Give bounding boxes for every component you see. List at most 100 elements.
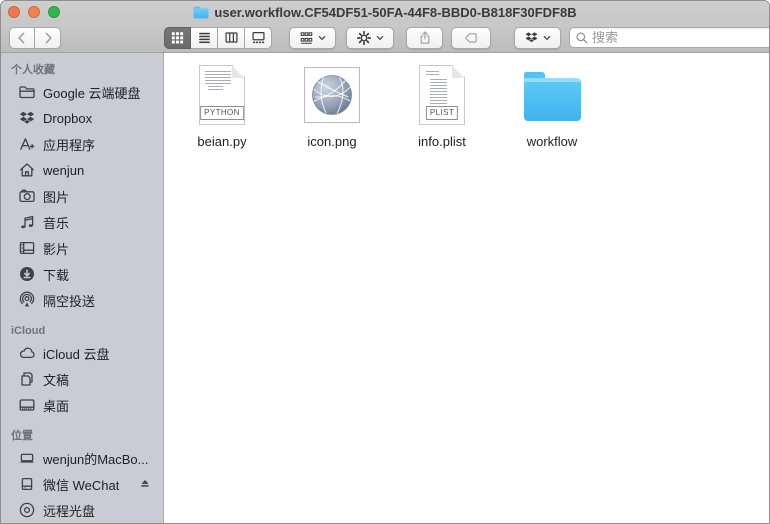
dropbox-icon xyxy=(525,32,538,43)
documents-icon xyxy=(18,370,36,388)
file-info-plist[interactable]: PLIST info.plist xyxy=(387,63,497,149)
sidebar-item-applications[interactable]: 应用程序 xyxy=(1,131,163,157)
window-title: user.workflow.CF54DF51-50FA-44F8-BBD0-B8… xyxy=(214,4,577,20)
finder-window: user.workflow.CF54DF51-50FA-44F8-BBD0-B8… xyxy=(0,0,770,524)
gallery-view-button[interactable] xyxy=(245,26,272,49)
airdrop-icon xyxy=(18,291,36,309)
sidebar-item-label: 桌面 xyxy=(43,398,70,414)
minimize-button[interactable] xyxy=(28,6,40,18)
close-button[interactable] xyxy=(8,6,20,18)
sidebar-section-locations: 位置 xyxy=(11,430,33,442)
sidebar-item-dropbox[interactable]: Dropbox xyxy=(1,105,163,131)
sidebar: 个人收藏 Google 云端硬盘 Dropbox 应用程序 wenjun 图片 … xyxy=(1,53,164,523)
group-by-icon xyxy=(300,32,313,44)
sidebar-item-music[interactable]: 音乐 xyxy=(1,209,163,235)
chevron-down-icon xyxy=(376,35,384,40)
view-mode-segmented-control xyxy=(164,26,272,49)
chevron-left-icon xyxy=(18,32,25,43)
sidebar-item-label: iCloud 云盘 xyxy=(43,346,110,362)
icon-view-button[interactable] xyxy=(164,26,191,49)
sidebar-item-label: Google 云端硬盘 xyxy=(43,85,141,101)
file-type-badge: PYTHON xyxy=(200,106,244,120)
image-thumbnail xyxy=(304,63,360,127)
network-globe-icon xyxy=(312,75,352,115)
optical-disc-icon xyxy=(18,501,36,519)
column-view-button[interactable] xyxy=(218,26,245,49)
back-button[interactable] xyxy=(9,26,35,49)
file-name: beian.py xyxy=(197,134,247,149)
film-icon xyxy=(18,239,36,257)
sidebar-item-wechat-disk[interactable]: 微信 WeChat xyxy=(1,471,163,497)
chevron-down-icon xyxy=(318,35,326,40)
page-fold xyxy=(232,66,244,78)
toolbar xyxy=(1,23,769,53)
blue-folder-icon xyxy=(523,63,581,127)
sidebar-item-macbook[interactable]: wenjun的MacBo... xyxy=(1,445,163,471)
file-name: workflow xyxy=(526,134,578,149)
sidebar-item-pictures[interactable]: 图片 xyxy=(1,183,163,209)
sidebar-item-label: wenjun的MacBo... xyxy=(43,451,149,467)
tag-button[interactable] xyxy=(451,26,491,49)
laptop-icon xyxy=(18,449,36,467)
tag-icon xyxy=(465,32,477,43)
eject-icon[interactable] xyxy=(138,477,152,491)
folder-icon xyxy=(193,6,209,18)
sidebar-item-label: 应用程序 xyxy=(43,137,96,153)
sidebar-section-icloud: iCloud xyxy=(11,325,46,337)
sidebar-item-label: 微信 WeChat xyxy=(43,477,120,493)
desktop-icon xyxy=(18,396,36,414)
sidebar-item-label: 音乐 xyxy=(43,215,70,231)
search-field[interactable] xyxy=(569,27,769,48)
sidebar-item-airdrop[interactable]: 隔空投送 xyxy=(1,287,163,313)
download-circle-icon xyxy=(18,265,36,283)
grid-view-icon xyxy=(171,32,184,44)
file-icon-png[interactable]: icon.png xyxy=(277,63,387,149)
sidebar-item-downloads[interactable]: 下载 xyxy=(1,261,163,287)
sidebar-item-label: wenjun xyxy=(43,162,85,178)
folder-icon xyxy=(18,83,36,101)
sidebar-item-google-drive[interactable]: Google 云端硬盘 xyxy=(1,79,163,105)
forward-button[interactable] xyxy=(35,26,61,49)
gallery-view-icon xyxy=(251,32,265,44)
dropbox-icon xyxy=(18,109,36,127)
list-view-icon xyxy=(198,32,210,44)
magnifier-icon xyxy=(576,31,588,43)
dropbox-dropdown[interactable] xyxy=(514,26,561,49)
file-workflow-folder[interactable]: workflow xyxy=(497,63,607,149)
sidebar-item-movies[interactable]: 影片 xyxy=(1,235,163,261)
sidebar-section-favorites: 个人收藏 xyxy=(11,64,55,76)
share-icon xyxy=(420,30,429,44)
file-name: icon.png xyxy=(307,134,357,149)
list-view-button[interactable] xyxy=(191,26,218,49)
sidebar-item-desktop[interactable]: 桌面 xyxy=(1,392,163,418)
title-bar[interactable]: user.workflow.CF54DF51-50FA-44F8-BBD0-B8… xyxy=(1,1,769,23)
action-menu-button[interactable] xyxy=(346,26,394,49)
file-name: info.plist xyxy=(418,134,466,149)
sidebar-item-label: 图片 xyxy=(43,189,70,205)
file-browser-area[interactable]: PYTHON beian.py icon.png PLIST info.plis… xyxy=(164,53,769,523)
applications-icon xyxy=(18,135,36,153)
group-by-dropdown[interactable] xyxy=(289,26,336,49)
sidebar-item-label: 文稿 xyxy=(43,372,70,388)
cloud-icon xyxy=(18,344,36,362)
window-title-area: user.workflow.CF54DF51-50FA-44F8-BBD0-B8… xyxy=(1,1,769,23)
file-type-badge: PLIST xyxy=(425,106,459,120)
search-input[interactable] xyxy=(592,30,768,45)
sidebar-item-label: 下载 xyxy=(43,267,70,283)
file-beian-py[interactable]: PYTHON beian.py xyxy=(167,63,277,149)
music-note-icon xyxy=(18,213,36,231)
share-button[interactable] xyxy=(406,26,443,49)
sidebar-item-label: Dropbox xyxy=(43,110,93,126)
chevron-down-icon xyxy=(543,35,551,40)
sidebar-item-remote-disc[interactable]: 远程光盘 xyxy=(1,497,163,523)
sidebar-item-documents[interactable]: 文稿 xyxy=(1,366,163,392)
sidebar-item-home[interactable]: wenjun xyxy=(1,157,163,183)
file-grid: PYTHON beian.py icon.png PLIST info.plis… xyxy=(167,63,769,149)
camera-icon xyxy=(18,187,36,205)
home-icon xyxy=(18,161,36,179)
zoom-button[interactable] xyxy=(48,6,60,18)
column-view-icon xyxy=(224,32,238,43)
sidebar-item-label: 影片 xyxy=(43,241,70,257)
sidebar-item-label: 隔空投送 xyxy=(43,293,96,309)
sidebar-item-icloud-drive[interactable]: iCloud 云盘 xyxy=(1,340,163,366)
